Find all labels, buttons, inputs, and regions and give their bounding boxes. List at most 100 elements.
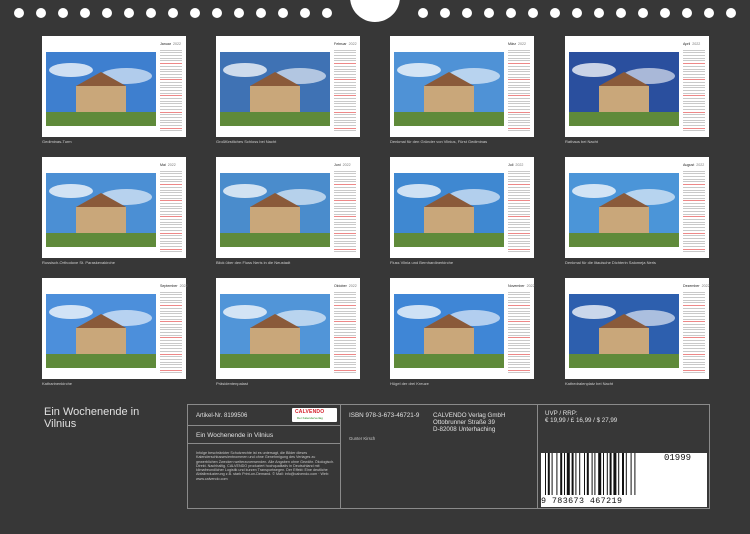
- binding-hole: [528, 8, 538, 18]
- barcode: 01999 9 783673 467219: [541, 453, 707, 507]
- barcode-bar: [613, 453, 617, 495]
- logo-text: CALVENDO: [295, 409, 325, 415]
- author: Gunter Kirsch: [349, 436, 376, 441]
- barcode-bar: [545, 453, 546, 495]
- month-caption: Rathaus bei Nacht: [565, 139, 598, 144]
- month-caption: Hügel der drei Kreuze: [390, 381, 429, 386]
- month-year: 2022: [342, 163, 351, 167]
- barcode-bar: [618, 453, 620, 495]
- month-card: Juni 2022: [216, 157, 360, 258]
- month-label: September 2022: [160, 284, 188, 288]
- barcode-addon: 01999: [664, 453, 692, 463]
- month-caption: Kathedralenplatz bei Nacht: [565, 381, 614, 386]
- month-card: Februar 2022: [216, 36, 360, 137]
- binding-hole: [300, 8, 310, 18]
- panel-divider: [340, 405, 341, 508]
- month-card: Juli 2022: [390, 157, 534, 258]
- barcode-bar: [634, 453, 636, 495]
- barcode-bar: [622, 453, 624, 495]
- month-caption: Gediminas-Turm: [42, 139, 72, 144]
- binding-hole: [212, 8, 222, 18]
- barcode-bar: [560, 453, 563, 495]
- month-name: Mai: [160, 163, 166, 167]
- month-label: Juli 2022: [508, 163, 523, 167]
- binding-hole: [682, 8, 692, 18]
- month-name: Juni: [334, 163, 341, 167]
- binding-hole: [80, 8, 90, 18]
- publisher-line: Ottobrunner Straße 39: [433, 419, 495, 426]
- month-name: Januar: [160, 42, 171, 46]
- day-lines: [334, 48, 356, 132]
- barcode-bar: [586, 453, 589, 495]
- binding-hole: [704, 8, 714, 18]
- month-photo: [220, 52, 330, 126]
- photo-image: [46, 173, 156, 247]
- photo-image: [220, 52, 330, 126]
- binding-hole: [146, 8, 156, 18]
- calvendo-logo: CALVENDO Der Kalenderverlag: [292, 408, 337, 422]
- month-card: Mai 2022: [42, 157, 186, 258]
- month-label: August 2022: [683, 163, 704, 167]
- barcode-bar: [591, 453, 593, 495]
- month-photo: [46, 173, 156, 247]
- month-name: September: [160, 284, 178, 288]
- month-caption: Denkmal für den Gründer von Vilnius, Für…: [390, 139, 488, 144]
- month-year: 2022: [348, 284, 357, 288]
- photo-image: [569, 52, 679, 126]
- month-name: Februar: [334, 42, 347, 46]
- month-label: Oktober 2022: [334, 284, 357, 288]
- isbn: ISBN 978-3-673-46721-9: [349, 412, 420, 419]
- month-label: Dezember 2022: [683, 284, 710, 288]
- binding-hole: [550, 8, 560, 18]
- price-info: UVP / RRP: € 19,99 / £ 16,99 / $ 27,99: [545, 410, 617, 424]
- month-label: Februar 2022: [334, 42, 357, 46]
- panel-rule: [188, 443, 340, 444]
- photo-image: [46, 294, 156, 368]
- barcode-bar: [566, 453, 570, 495]
- barcode-bar: [551, 453, 553, 495]
- day-lines: [508, 169, 530, 253]
- day-lines: [334, 169, 356, 253]
- month-photo: [569, 294, 679, 368]
- month-photo: [394, 294, 504, 368]
- month-photo: [394, 173, 504, 247]
- month-photo: [569, 52, 679, 126]
- month-name: Juli: [508, 163, 514, 167]
- day-lines: [160, 169, 182, 253]
- binding-hole: [278, 8, 288, 18]
- price-label: UVP / RRP:: [545, 410, 578, 417]
- panel-divider: [537, 405, 538, 508]
- binding-hole: [190, 8, 200, 18]
- binding-hole: [616, 8, 626, 18]
- day-line: [508, 129, 530, 132]
- barcode-bar: [584, 453, 585, 495]
- month-label: April 2022: [683, 42, 700, 46]
- barcode-bar: [603, 453, 604, 495]
- day-line: [160, 250, 182, 253]
- binding-hole: [572, 8, 582, 18]
- month-card: Januar 2022: [42, 36, 186, 137]
- binding-hole: [58, 8, 68, 18]
- photo-image: [220, 173, 330, 247]
- day-lines: [334, 290, 356, 374]
- binding-hole: [462, 8, 472, 18]
- month-name: August: [683, 163, 695, 167]
- barcode-bar: [575, 453, 577, 495]
- month-name: März: [508, 42, 516, 46]
- photo-image: [394, 294, 504, 368]
- month-caption: Blick über den Fluss Neris in die Neusta…: [216, 260, 291, 265]
- binding-hole: [484, 8, 494, 18]
- photo-image: [394, 173, 504, 247]
- month-card: April 2022: [565, 36, 709, 137]
- month-card: März 2022: [390, 36, 534, 137]
- binding-hole: [726, 8, 736, 18]
- month-year: 2022: [173, 42, 181, 46]
- binding-hole: [660, 8, 670, 18]
- photo-image: [569, 294, 679, 368]
- binding-hole: [124, 8, 134, 18]
- barcode-bar: [598, 453, 602, 495]
- price-values: € 19,99 / £ 16,99 / $ 27,99: [545, 417, 618, 424]
- day-line: [508, 371, 530, 374]
- binding-hole: [638, 8, 648, 18]
- month-card: Dezember 2022: [565, 278, 710, 379]
